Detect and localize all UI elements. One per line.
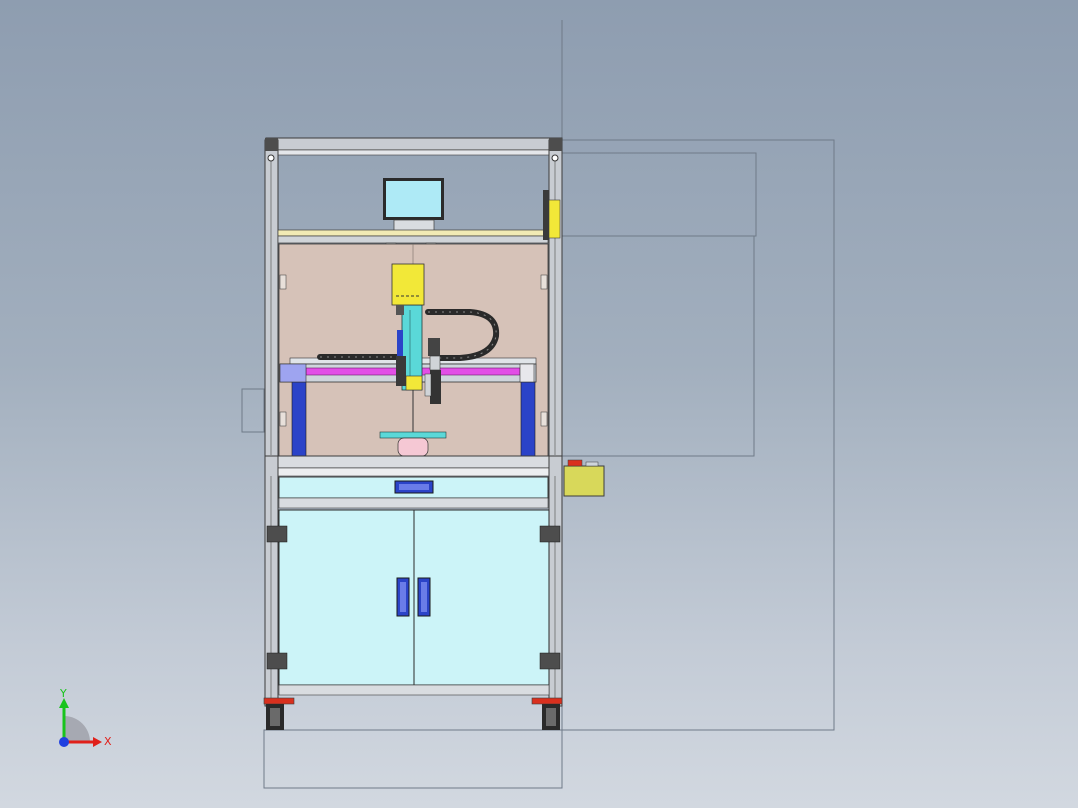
casters <box>263 697 563 730</box>
cabinet-doors[interactable] <box>278 509 550 696</box>
monitor[interactable] <box>383 178 444 233</box>
y-axis-label: Y <box>59 687 67 700</box>
coordinate-triad: Y X <box>59 687 112 748</box>
machine-model-view[interactable]: Y X <box>0 0 1078 808</box>
x-axis-label: X <box>104 735 112 748</box>
control-box[interactable] <box>563 459 605 497</box>
z-axis-dot <box>59 737 69 747</box>
cad-viewport[interactable]: Y X <box>0 0 1078 808</box>
drawer[interactable] <box>278 476 549 509</box>
